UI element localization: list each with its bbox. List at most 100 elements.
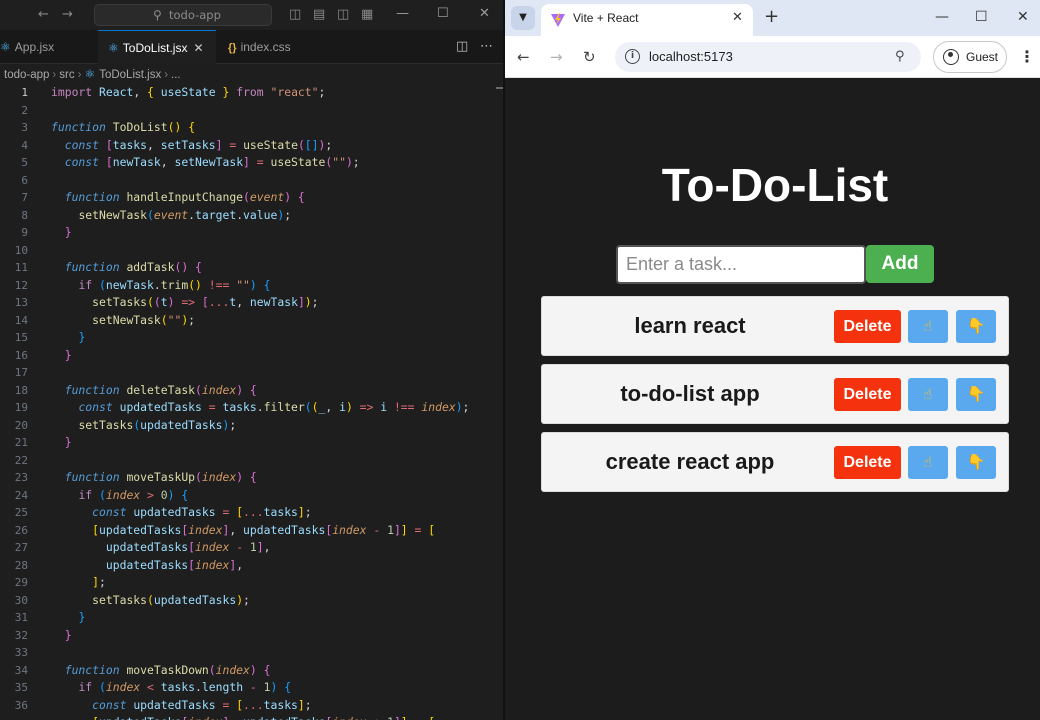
line-number: 4 <box>21 138 28 152</box>
delete-button[interactable]: Delete <box>834 310 901 343</box>
toggle-sidebar-icon[interactable]: ◫ <box>289 6 301 24</box>
minimize-icon[interactable]: — <box>935 6 949 28</box>
command-center-search[interactable]: ⚲ todo-app <box>94 4 272 26</box>
code-line[interactable]: updatedTasks[index - 1], <box>51 539 503 557</box>
code-line[interactable]: setTasks(updatedTasks); <box>51 592 503 610</box>
code-line[interactable]: function deleteTask(index) { <box>51 382 503 400</box>
more-actions-icon[interactable]: ⋯ <box>480 38 493 56</box>
code-line[interactable]: setNewTask(event.target.value); <box>51 207 503 225</box>
browser-tab[interactable]: Vite + React ✕ <box>541 4 753 36</box>
breadcrumb-item[interactable]: ... <box>171 69 181 81</box>
code-line[interactable]: setTasks(updatedTasks); <box>51 417 503 435</box>
zoom-icon[interactable]: ⚲ <box>895 47 905 67</box>
maximize-icon[interactable]: ☐ <box>975 6 988 28</box>
toggle-panel-icon[interactable]: ▤ <box>313 6 325 24</box>
tab-close-icon[interactable]: ✕ <box>732 4 743 32</box>
kebab-menu-icon[interactable]: ⋮ <box>1019 46 1035 68</box>
code-line[interactable]: if (index > 0) { <box>51 487 503 505</box>
forward-arrow-icon[interactable]: → <box>550 46 563 68</box>
code-line[interactable]: setTasks((t) => [...t, newTask]); <box>51 294 503 312</box>
code-line[interactable] <box>51 242 503 260</box>
close-icon[interactable]: ✕ <box>1017 6 1029 28</box>
code-line[interactable]: function moveTaskDown(index) { <box>51 662 503 680</box>
code-line[interactable] <box>51 452 503 470</box>
code-line[interactable]: function addTask() { <box>51 259 503 277</box>
code-line[interactable]: const [newTask, setNewTask] = useState("… <box>51 154 503 172</box>
toggle-secondary-sidebar-icon[interactable]: ◫ <box>337 6 349 24</box>
profile-button[interactable]: Guest <box>933 41 1007 73</box>
code-line[interactable]: if (newTask.trim() !== "") { <box>51 277 503 295</box>
code-line[interactable] <box>51 172 503 190</box>
browser-tabstrip: ▼ Vite + React ✕ + — ☐ ✕ <box>505 0 1040 36</box>
split-editor-icon[interactable]: ◫ <box>456 38 468 56</box>
code-line[interactable]: import React, { useState } from "react"; <box>51 84 503 102</box>
tab-todolist-jsx[interactable]: ⚛ ToDoList.jsx ✕ <box>98 30 216 64</box>
code-line[interactable]: const updatedTasks = [...tasks]; <box>51 697 503 715</box>
line-number: 9 <box>21 226 28 239</box>
code-line[interactable]: } <box>51 224 503 242</box>
address-bar[interactable]: i localhost:5173 ⚲ <box>615 42 921 72</box>
customize-layout-icon[interactable]: ▦ <box>361 6 373 24</box>
site-info-icon[interactable]: i <box>625 49 640 64</box>
code-line[interactable]: if (index < tasks.length - 1) { <box>51 679 503 697</box>
pointing-down-icon: 👇 <box>966 317 986 335</box>
move-down-button[interactable]: 👇 <box>956 378 996 411</box>
line-number: 2 <box>21 103 28 117</box>
code-line[interactable]: } <box>51 329 503 347</box>
code-line[interactable]: function ToDoList() { <box>51 119 503 137</box>
maximize-icon[interactable]: ☐ <box>437 4 449 24</box>
code-line[interactable]: updatedTasks[index], <box>51 557 503 575</box>
delete-button[interactable]: Delete <box>834 446 901 479</box>
line-number: 10 <box>14 243 28 257</box>
tab-search-chevron-icon[interactable]: ▼ <box>511 6 535 30</box>
code-line[interactable]: } <box>51 347 503 365</box>
code-line[interactable]: setNewTask(""); <box>51 312 503 330</box>
code-line[interactable] <box>51 102 503 120</box>
code-line[interactable]: function moveTaskUp(index) { <box>51 469 503 487</box>
reload-icon[interactable]: ↻ <box>583 46 596 68</box>
line-number: 13 <box>14 296 28 309</box>
code-line[interactable]: ]; <box>51 574 503 592</box>
breadcrumb-item[interactable]: ToDoList.jsx <box>99 69 161 81</box>
code-line[interactable] <box>51 364 503 382</box>
code-line[interactable] <box>51 644 503 662</box>
move-up-button[interactable]: ☝ <box>908 378 948 411</box>
forward-arrow-icon[interactable]: → <box>62 6 73 24</box>
move-up-button[interactable]: ☝ <box>908 446 948 479</box>
breadcrumb-item[interactable]: src <box>59 69 74 81</box>
code-line[interactable]: function handleInputChange(event) { <box>51 189 503 207</box>
code-line[interactable]: } <box>51 627 503 645</box>
move-down-button[interactable]: 👇 <box>956 310 996 343</box>
browser-window: ▼ Vite + React ✕ + — ☐ ✕ ← → ↻ i localho… <box>505 0 1040 720</box>
code-line[interactable]: } <box>51 434 503 452</box>
code-line[interactable]: const [tasks, setTasks] = useState([]); <box>51 137 503 155</box>
move-up-button[interactable]: ☝ <box>908 310 948 343</box>
tab-index-css[interactable]: {} index.css <box>218 30 318 64</box>
url-text[interactable]: localhost:5173 <box>649 42 733 72</box>
tab-app-jsx[interactable]: ⚛ App.jsx <box>0 30 90 64</box>
delete-button[interactable]: Delete <box>834 378 901 411</box>
code-line[interactable]: [updatedTasks[index], updatedTasks[index… <box>51 522 503 540</box>
line-number: 28 <box>14 558 28 572</box>
code-line[interactable]: } <box>51 609 503 627</box>
new-tab-plus-icon[interactable]: + <box>764 4 779 30</box>
code-line[interactable]: [updatedTasks[index], updatedTasks[index… <box>51 714 503 720</box>
tab-close-icon[interactable]: ✕ <box>193 41 203 55</box>
line-number: 35 <box>14 681 28 694</box>
back-arrow-icon[interactable]: ← <box>517 46 530 68</box>
add-button[interactable]: Add <box>866 245 934 283</box>
back-arrow-icon[interactable]: ← <box>38 6 49 24</box>
breadcrumb-item[interactable]: todo-app <box>4 69 49 81</box>
minimize-icon[interactable]: — <box>396 4 409 24</box>
task-text: learn react <box>634 313 746 338</box>
vscode-titlebar: ← → ⚲ todo-app ◫ ▤ ◫ ▦ — ☐ ✕ <box>0 0 503 30</box>
code-line[interactable]: const updatedTasks = tasks.filter((_, i)… <box>51 399 503 417</box>
close-icon[interactable]: ✕ <box>479 4 490 24</box>
line-number: 23 <box>14 471 28 484</box>
code-area[interactable]: import React, { useState } from "react";… <box>51 84 503 720</box>
code-editor[interactable]: 1 2 3 4 5 6 7 8 9 10 11 12 13 14 15 16 17 18 19 20 21 22 23 24 2… <box>0 84 503 720</box>
task-input[interactable] <box>616 245 866 284</box>
line-number: 1 <box>21 86 28 99</box>
move-down-button[interactable]: 👇 <box>956 446 996 479</box>
code-line[interactable]: const updatedTasks = [...tasks]; <box>51 504 503 522</box>
